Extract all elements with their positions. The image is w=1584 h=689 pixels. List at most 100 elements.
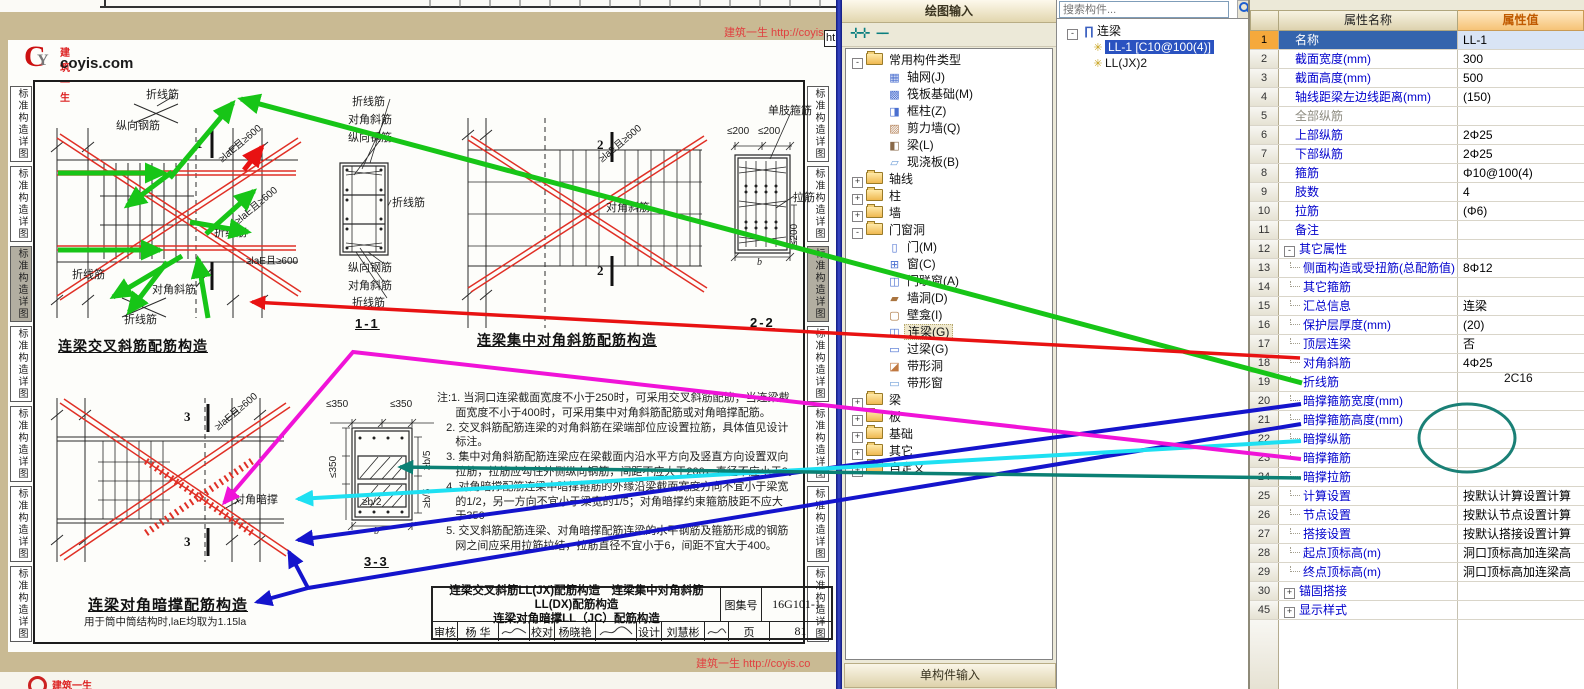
expand-icon[interactable]: + xyxy=(852,449,863,460)
tree-item-梁(L)[interactable]: ◧ 梁(L) xyxy=(846,137,1052,154)
property-value[interactable] xyxy=(1458,468,1584,486)
single-component-input-tab[interactable]: 单构件输入 xyxy=(844,663,1056,688)
tree-item-墙[interactable]: + 墙 xyxy=(846,204,1052,222)
navigator-root-lianliang[interactable]: - ∏ 连梁 xyxy=(1057,23,1249,40)
tree-item-柱[interactable]: + 柱 xyxy=(846,187,1052,205)
tree-item-门窗洞[interactable]: - 门窗洞 xyxy=(846,221,1052,239)
expand-icon[interactable]: + xyxy=(852,194,863,205)
property-name-起点顶标高(m)[interactable]: 起点顶标高(m) xyxy=(1279,544,1458,562)
property-name-暗撑拉筋[interactable]: 暗撑拉筋 xyxy=(1279,468,1458,486)
tree-item-框柱(Z)[interactable]: ◨ 框柱(Z) xyxy=(846,103,1052,120)
property-name-轴线距梁左边线距离(mm)[interactable]: 轴线距梁左边线距离(mm) xyxy=(1279,88,1458,106)
collapse-icon[interactable]: - xyxy=(852,228,863,239)
tree-item-连梁(G)[interactable]: ◫ 连梁(G) xyxy=(846,324,1052,341)
property-name-显示样式[interactable]: + 显示样式 xyxy=(1279,601,1458,619)
property-name-暗撑箍筋高度(mm)[interactable]: 暗撑箍筋高度(mm) xyxy=(1279,411,1458,429)
expand-icon[interactable]: + xyxy=(852,398,863,409)
property-value[interactable]: 300 xyxy=(1458,50,1584,68)
property-name-对角斜筋[interactable]: 对角斜筋 xyxy=(1279,354,1458,372)
expand-icon[interactable]: + xyxy=(852,177,863,188)
property-value[interactable] xyxy=(1458,240,1584,258)
property-name-其它箍筋[interactable]: 其它箍筋 xyxy=(1279,278,1458,296)
property-value[interactable] xyxy=(1458,411,1584,429)
property-name-暗撑箍筋宽度(mm)[interactable]: 暗撑箍筋宽度(mm) xyxy=(1279,392,1458,410)
property-value[interactable] xyxy=(1458,278,1584,296)
tree-item-墙洞(D)[interactable]: ▰ 墙洞(D) xyxy=(846,290,1052,307)
property-name-折线筋[interactable]: 折线筋 xyxy=(1279,373,1458,391)
collapse-icon[interactable]: - xyxy=(852,58,863,69)
property-value[interactable]: 否 xyxy=(1458,335,1584,353)
expand-icon[interactable]: + xyxy=(852,211,863,222)
property-value[interactable] xyxy=(1458,430,1584,448)
property-name-搭接设置[interactable]: 搭接设置 xyxy=(1279,525,1458,543)
tree-item-轴线[interactable]: + 轴线 xyxy=(846,170,1052,188)
property-value[interactable]: LL-1 xyxy=(1458,31,1584,49)
tree-item-带形洞[interactable]: ◪ 带形洞 xyxy=(846,358,1052,375)
tree-item-梁[interactable]: + 梁 xyxy=(846,391,1052,409)
expand-icon[interactable]: + xyxy=(1284,607,1295,618)
tree-item-过梁(G)[interactable]: ▭ 过梁(G) xyxy=(846,341,1052,358)
property-value[interactable] xyxy=(1458,449,1584,467)
property-value[interactable]: (Φ6) xyxy=(1458,202,1584,220)
tree-item-现浇板(B)[interactable]: ▱ 现浇板(B) xyxy=(846,154,1052,171)
property-value[interactable]: 4 xyxy=(1458,183,1584,201)
property-name-名称[interactable]: 名称 xyxy=(1279,31,1458,49)
expand-icon[interactable]: + xyxy=(852,466,863,477)
property-name-箍筋[interactable]: 箍筋 xyxy=(1279,164,1458,182)
tree-item-常用构件类型[interactable]: - 常用构件类型 xyxy=(846,51,1052,69)
property-value[interactable]: 按默认搭接设置计算 xyxy=(1458,525,1584,543)
search-input[interactable] xyxy=(1059,1,1229,18)
expand-all-icon[interactable]: ✛✛ xyxy=(850,25,871,42)
tree-item-板[interactable]: + 板 xyxy=(846,408,1052,426)
property-name-截面高度(mm)[interactable]: 截面高度(mm) xyxy=(1279,69,1458,87)
tree-item-轴网(J)[interactable]: ▦ 轴网(J) xyxy=(846,69,1052,86)
tree-item-门联窗(A)[interactable]: ◫ 门联窗(A) xyxy=(846,273,1052,290)
collapse-icon[interactable]: - xyxy=(1067,29,1078,40)
property-name-侧面构造或受扭筋(总配筋值)[interactable]: 侧面构造或受扭筋(总配筋值) xyxy=(1279,259,1458,277)
property-value[interactable] xyxy=(1458,392,1584,410)
tree-item-带形窗[interactable]: ▭ 带形窗 xyxy=(846,375,1052,392)
tree-item-基础[interactable]: + 基础 xyxy=(846,425,1052,443)
property-value[interactable]: 按默认节点设置计算 xyxy=(1458,506,1584,524)
property-name-顶层连梁[interactable]: 顶层连梁 xyxy=(1279,335,1458,353)
property-name-拉筋[interactable]: 拉筋 xyxy=(1279,202,1458,220)
property-value[interactable]: Φ10@100(4) xyxy=(1458,164,1584,182)
property-value[interactable] xyxy=(1458,107,1584,125)
property-value[interactable]: 洞口顶标高加连梁高 xyxy=(1458,563,1584,581)
tree-item-剪力墙(Q)[interactable]: ▨ 剪力墙(Q) xyxy=(846,120,1052,137)
property-name-肢数[interactable]: 肢数 xyxy=(1279,183,1458,201)
property-value[interactable]: 洞口顶标高加连梁高 xyxy=(1458,544,1584,562)
property-value[interactable]: 8Φ12 xyxy=(1458,259,1584,277)
property-name-暗撑纵筋[interactable]: 暗撑纵筋 xyxy=(1279,430,1458,448)
property-value[interactable] xyxy=(1458,601,1584,619)
collapse-icon[interactable]: - xyxy=(1284,246,1295,257)
tree-item-其它[interactable]: + 其它 xyxy=(846,442,1052,460)
property-name-汇总信息[interactable]: 汇总信息 xyxy=(1279,297,1458,315)
property-name-暗撑箍筋[interactable]: 暗撑箍筋 xyxy=(1279,449,1458,467)
expand-icon[interactable]: + xyxy=(852,432,863,443)
expand-icon[interactable]: + xyxy=(1284,588,1295,599)
property-name-终点顶标高(m)[interactable]: 终点顶标高(m) xyxy=(1279,563,1458,581)
property-value[interactable]: (150) xyxy=(1458,88,1584,106)
property-value[interactable] xyxy=(1458,582,1584,600)
property-name-全部纵筋[interactable]: 全部纵筋 xyxy=(1279,107,1458,125)
property-value[interactable]: 按默认计算设置计算 xyxy=(1458,487,1584,505)
navigator-item[interactable]: ✳ LL(JX)2 xyxy=(1057,55,1249,71)
property-value[interactable]: 500 xyxy=(1458,69,1584,87)
tree-item-自定义[interactable]: + 自定义 xyxy=(846,459,1052,477)
property-name-下部纵筋[interactable]: 下部纵筋 xyxy=(1279,145,1458,163)
tree-item-门(M)[interactable]: ▯ 门(M) xyxy=(846,239,1052,256)
property-value[interactable]: 连梁 xyxy=(1458,297,1584,315)
property-name-其它属性[interactable]: - 其它属性 xyxy=(1279,240,1458,258)
property-name-节点设置[interactable]: 节点设置 xyxy=(1279,506,1458,524)
tree-item-壁龛(I)[interactable]: ▢ 壁龛(I) xyxy=(846,307,1052,324)
property-value[interactable]: (20) xyxy=(1458,316,1584,334)
collapse-all-icon[interactable]: −− xyxy=(876,25,889,41)
property-value[interactable]: 2Φ25 xyxy=(1458,145,1584,163)
property-name-截面宽度(mm)[interactable]: 截面宽度(mm) xyxy=(1279,50,1458,68)
property-name-计算设置[interactable]: 计算设置 xyxy=(1279,487,1458,505)
property-value[interactable] xyxy=(1458,221,1584,239)
property-value[interactable]: 4Φ25 xyxy=(1458,354,1584,372)
property-name-锚固搭接[interactable]: + 锚固搭接 xyxy=(1279,582,1458,600)
property-value[interactable]: 2Φ25 xyxy=(1458,126,1584,144)
